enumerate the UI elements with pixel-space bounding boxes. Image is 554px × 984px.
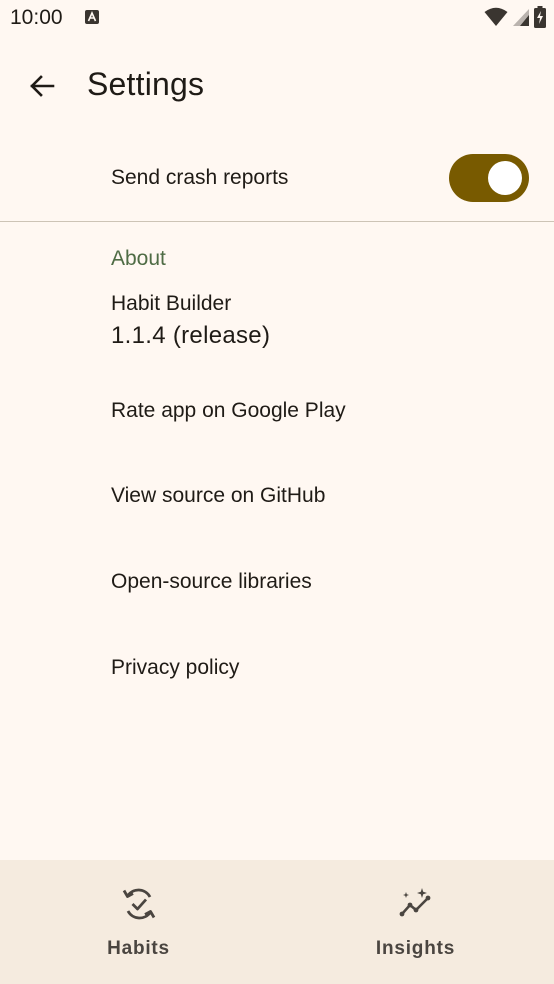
status-bar: 10:00 — [0, 0, 554, 38]
back-arrow-icon[interactable] — [26, 70, 58, 102]
send-crash-reports-toggle[interactable] — [449, 154, 529, 202]
cell-signal-icon — [513, 9, 529, 26]
rate-app-label: Rate app on Google Play — [111, 399, 346, 422]
insights-sparkle-chart-icon — [399, 888, 430, 917]
status-time: 10:00 — [10, 6, 63, 29]
nav-item-habits[interactable]: Habits — [0, 860, 277, 984]
top-app-bar: Settings — [0, 52, 554, 122]
battery-charging-icon — [534, 6, 546, 28]
about-section-header: About — [111, 247, 166, 270]
send-crash-reports-row[interactable]: Send crash reports — [0, 137, 554, 221]
nav-label-insights: Insights — [375, 938, 456, 959]
bottom-navigation: Habits Insights — [0, 860, 554, 984]
view-source-link[interactable]: View source on GitHub — [0, 462, 554, 532]
send-crash-reports-label: Send crash reports — [111, 166, 289, 189]
status-icons — [484, 6, 546, 28]
nav-label-habits: Habits — [107, 938, 170, 959]
open-source-libraries-link[interactable]: Open-source libraries — [0, 548, 554, 618]
wifi-icon — [484, 7, 508, 26]
open-source-libraries-label: Open-source libraries — [111, 570, 312, 593]
view-source-label: View source on GitHub — [111, 484, 326, 507]
toggle-thumb — [488, 161, 522, 195]
divider — [0, 221, 554, 222]
app-name: Habit Builder — [111, 292, 232, 315]
habits-check-cycle-icon — [122, 888, 155, 920]
privacy-policy-link[interactable]: Privacy policy — [0, 634, 554, 704]
privacy-policy-label: Privacy policy — [111, 656, 240, 679]
nav-item-insights[interactable]: Insights — [277, 860, 554, 984]
accessibility-a-icon — [85, 10, 99, 24]
app-version: 1.1.4 (release) — [111, 322, 271, 349]
rate-app-link[interactable]: Rate app on Google Play — [0, 377, 554, 447]
page-title: Settings — [87, 66, 205, 102]
